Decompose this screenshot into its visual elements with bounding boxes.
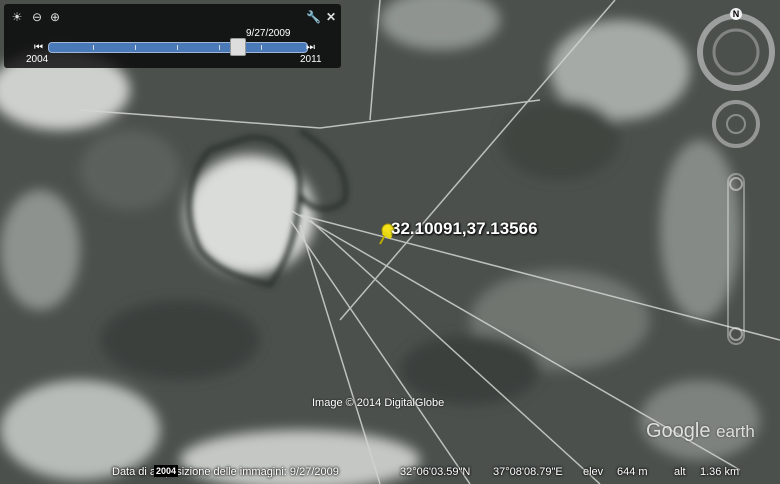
- elev-label: elev: [583, 466, 604, 478]
- north-label: N: [733, 9, 740, 19]
- slider-tick: [135, 45, 136, 50]
- zoom-in-icon[interactable]: ⊕: [48, 10, 62, 24]
- zoom-slider-icon[interactable]: [727, 173, 745, 345]
- status-bar: Data di acquisizione delle immagini: 9/2…: [0, 460, 780, 484]
- zoom-out-icon[interactable]: ⊖: [30, 10, 44, 24]
- time-slider-track[interactable]: [48, 42, 308, 53]
- compass-icon[interactable]: [697, 8, 775, 91]
- slider-tick: [261, 45, 262, 50]
- slider-tick: [219, 45, 220, 50]
- longitude-readout: 37°08'08.79"E: [493, 466, 563, 478]
- latitude-readout: 32°06'03.59"N: [400, 466, 471, 478]
- step-back-icon[interactable]: ⏮: [34, 42, 43, 53]
- navigation-controls: N: [697, 8, 775, 345]
- step-forward-icon[interactable]: ⏭: [306, 42, 315, 53]
- logo-product: earth: [716, 422, 755, 441]
- close-icon[interactable]: ✕: [324, 10, 338, 24]
- time-slider-panel: ☀ ⊖ ⊕ 🔧 ✕ 9/27/2009 ⏮ ⏭ 2004 2011: [4, 4, 341, 68]
- slider-tick: [93, 45, 94, 50]
- end-year-label: 2011: [300, 54, 322, 65]
- slider-tick: [177, 45, 178, 50]
- start-year-label: 2004: [26, 54, 49, 65]
- current-date-label: 9/27/2009: [246, 28, 291, 39]
- elev-value: 644 m: [617, 466, 648, 478]
- logo-brand: Google: [646, 420, 711, 442]
- imagery-credit: Image © 2014 DigitalGlobe: [312, 397, 445, 409]
- year-tag: 2004: [154, 465, 179, 477]
- sun-icon[interactable]: ☀: [10, 10, 24, 24]
- google-earth-logo: Google earth: [646, 420, 755, 443]
- alt-value: 1.36 km: [700, 466, 740, 478]
- slider-thumb-icon[interactable]: [230, 38, 246, 56]
- wrench-icon[interactable]: 🔧: [306, 10, 321, 24]
- imagery-date: Data di acquisizione delle immagini: 9/2…: [112, 466, 339, 478]
- look-joystick-icon[interactable]: [712, 100, 760, 148]
- placemark-label[interactable]: 32.10091,37.13566: [391, 219, 538, 239]
- alt-label: alt: [674, 466, 686, 478]
